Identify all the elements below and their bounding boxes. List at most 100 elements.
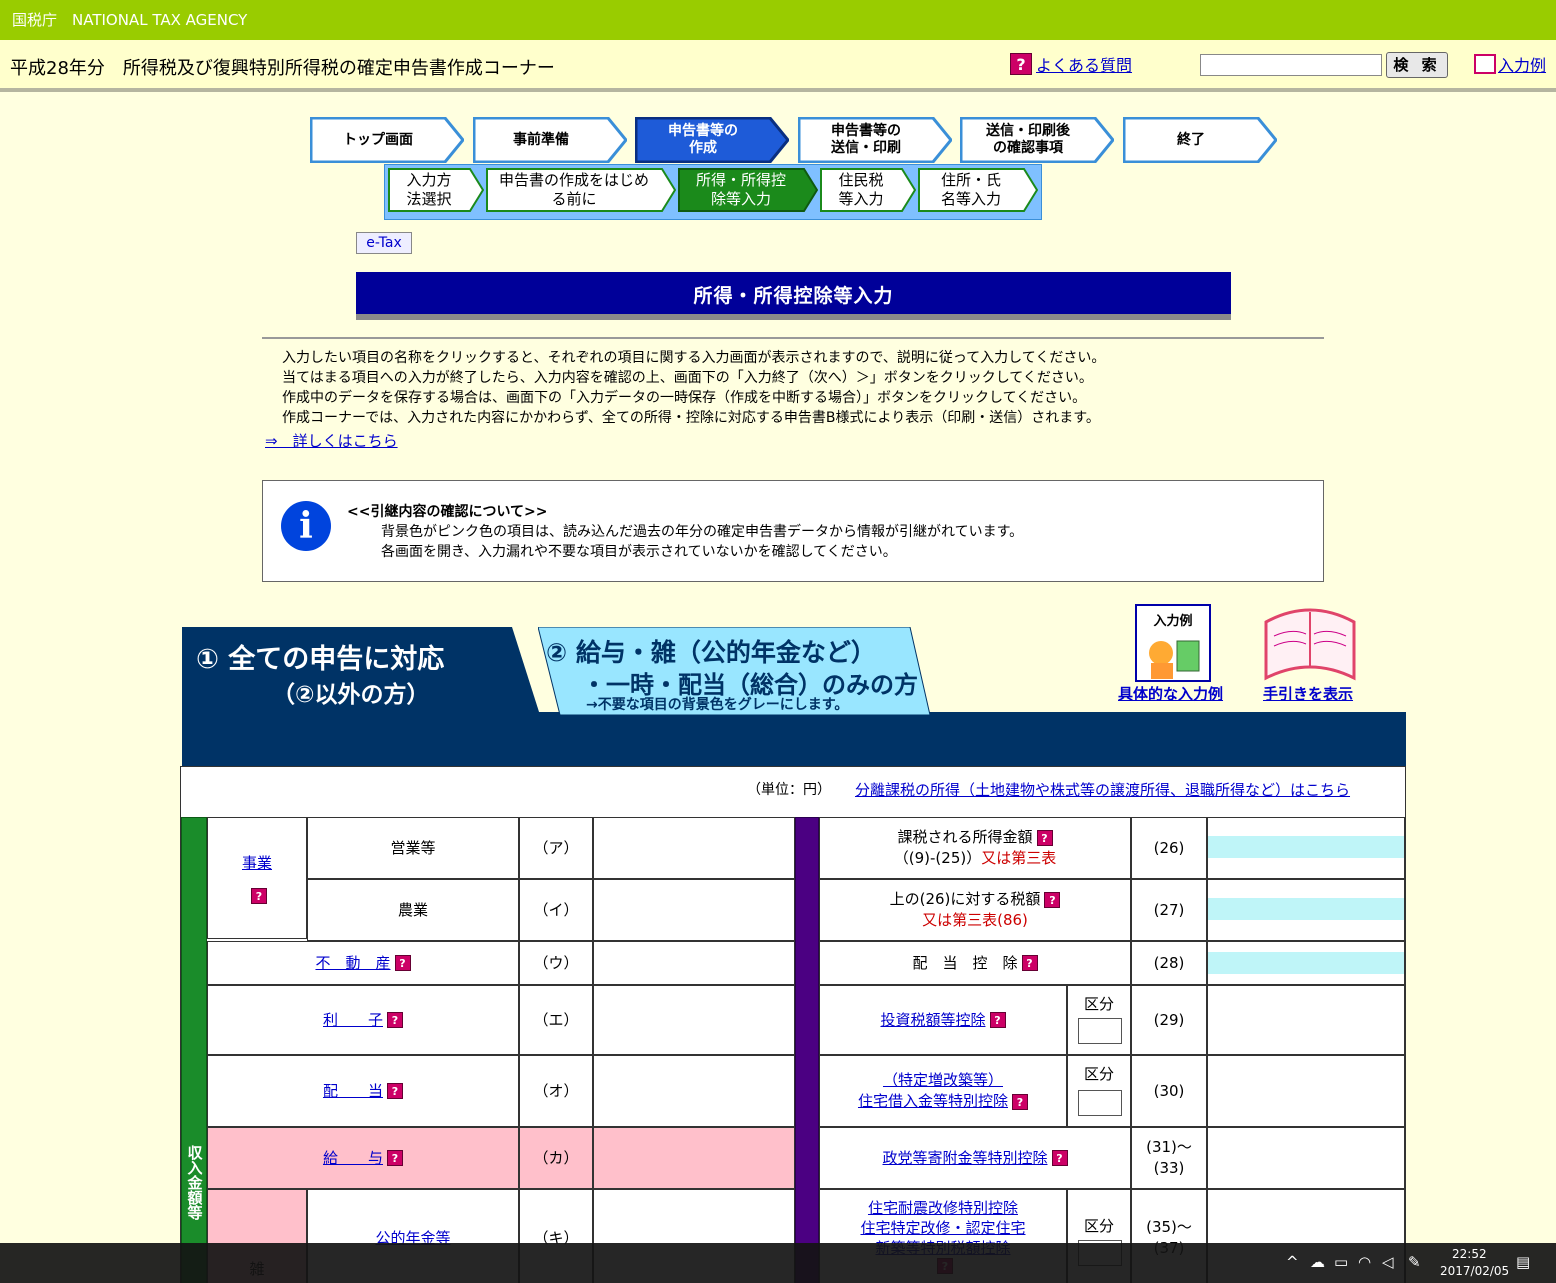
dividend-link[interactable]: 配 当 [323,1081,383,1102]
dividend-cell: 配 当? [207,1055,519,1127]
tab-all-returns-sub: （②以外の方） [272,682,430,708]
step-send-print[interactable]: 申告書等の送信・印刷 [798,117,952,163]
input-example-top-link[interactable]: 入力例 [1474,52,1546,76]
volume-icon[interactable]: ◁ [1382,1253,1394,1271]
row-code: （イ） [519,879,593,941]
help-icon[interactable]: ? [1012,1093,1028,1110]
business-link[interactable]: 事業 [242,853,272,874]
kubun-cell: 区分 [1067,985,1131,1055]
help-icon[interactable]: ? [394,955,411,971]
info-icon: i [281,501,331,551]
seismic-retrofit-link-2[interactable]: 住宅特定改修・認定住宅 [860,1218,1025,1238]
help-icon[interactable]: ? [1051,1150,1068,1166]
instruction-line: 当てはまる項目への入力が終了したら、入力内容を確認の上、画面下の「入力終了（次へ… [282,370,1093,386]
kubun-input[interactable] [1078,1090,1122,1116]
seismic-retrofit-link-1[interactable]: 住宅耐震改修特別控除 [868,1198,1018,1218]
step-after-check[interactable]: 送信・印刷後の確認事項 [960,117,1114,163]
help-icon[interactable]: ? [1036,829,1053,846]
interest-cell: 利 子? [207,985,519,1055]
amount-cell [593,1055,795,1127]
salary-cell: 給 与? [207,1127,519,1189]
help-icon[interactable]: ? [387,1150,403,1166]
help-icon[interactable]: ? [989,1012,1006,1028]
etax-badge: e-Tax [356,232,412,254]
interest-link[interactable]: 利 子 [323,1010,383,1031]
amount-cell [1207,941,1405,985]
salary-link[interactable]: 給 与 [323,1148,383,1169]
substep-address-name[interactable]: 住所・氏名等入力 [918,168,1038,212]
investment-credit-link[interactable]: 投資税額等控除 [880,1010,985,1031]
row-code: (27) [1131,879,1207,941]
onedrive-icon[interactable]: ☁ [1310,1253,1325,1271]
political-donation-cell: 政党等寄附金等特別控除? [819,1127,1131,1189]
chevron-up-icon[interactable]: ^ [1286,1253,1299,1271]
section-divider [795,817,819,1283]
tab-salary-only-note: →不要な項目の背景色をグレーにします。 [586,697,849,713]
search-input[interactable] [1200,54,1382,76]
housing-loan-cell: （特定増改築等） 住宅借入金等特別控除? [819,1055,1067,1127]
faq-link[interactable]: ? よくある質問 [1010,52,1132,76]
step-create-current[interactable]: 申告書等の作成 [635,117,789,163]
pen-icon[interactable]: ✎ [1408,1253,1421,1271]
amount-cell [1207,985,1405,1055]
clock-time[interactable]: 22:52 [1452,1247,1487,1261]
title-bar: 平成28年分 所得税及び復興特別所得税の確定申告書作成コーナー ? よくある質問… [0,40,1556,92]
row-code: （ア） [519,817,593,879]
amount-cell [593,879,795,941]
substep-resident-tax[interactable]: 住民税等入力 [820,168,916,212]
kubun-input[interactable] [1078,1018,1122,1044]
housing-loan-link-2[interactable]: 住宅借入金等特別控除 [858,1092,1008,1110]
substep-input-method[interactable]: 入力方法選択 [388,168,484,212]
tab-all-returns-title: ① 全ての申告に対応 [196,644,445,675]
help-icon[interactable]: ? [1044,891,1061,908]
guide-link[interactable]: 手引きを表示 [1263,683,1353,704]
row-code: （エ） [519,985,593,1055]
housing-loan-link-1[interactable]: （特定増改築等） [883,1070,1003,1091]
substep-income-current[interactable]: 所得・所得控除等入力 [678,168,818,212]
help-icon[interactable]: ? [251,887,267,904]
calculated-field [1208,898,1404,920]
question-icon: ? [1010,53,1032,75]
help-icon[interactable]: ? [387,1012,403,1028]
step-top[interactable]: トップ画面 [310,117,464,163]
business-cell: 事業 ? [207,817,307,939]
battery-icon[interactable]: ▭ [1334,1253,1348,1271]
taxable-income-cell: 課税される所得金額? （(9)-(25)）又は第三表 [819,817,1131,879]
taskbar: ^ ☁ ▭ ◠ ◁ ✎ 22:52 2017/02/05 ▤ [0,1243,1556,1283]
guide-book-icon[interactable] [1262,602,1358,682]
agency-name: 国税庁 NATIONAL TAX AGENCY [12,11,248,29]
real-estate-cell: 不 動 産? [207,941,519,985]
amount-cell [593,1127,795,1189]
details-link[interactable]: ⇒ 詳しくはこちら [265,430,398,451]
tab-salary-only-title: ② 給与・雑（公的年金など） [546,638,876,667]
row-label: 農業 [307,879,519,941]
clock-date[interactable]: 2017/02/05 [1440,1264,1509,1278]
help-icon[interactable]: ? [1021,955,1038,971]
tab-all-returns[interactable]: ① 全ての申告に対応 （②以外の方） [182,627,542,715]
input-example-icon[interactable]: 入力例 [1135,604,1211,682]
agency-bar: 国税庁 NATIONAL TAX AGENCY [0,0,1556,40]
tab-salary-only[interactable]: ② 給与・雑（公的年金など） ・一時・配当（総合）のみの方 →不要な項目の背景色… [538,627,932,715]
wifi-icon[interactable]: ◠ [1358,1253,1371,1271]
help-icon[interactable]: ? [387,1083,403,1099]
tab-band [182,712,1406,768]
real-estate-link[interactable]: 不 動 産 [315,953,390,974]
dividend-deduction-cell: 配 当 控 除? [819,941,1131,985]
political-donation-link[interactable]: 政党等寄附金等特別控除 [882,1148,1047,1169]
amount-cell [593,941,795,985]
amount-cell [593,817,795,879]
substep-before-start[interactable]: 申告書の作成をはじめる前に [486,168,676,212]
notification-icon[interactable]: ▤ [1516,1253,1530,1271]
row-code: (26) [1131,817,1207,879]
row-code: (28) [1131,941,1207,985]
search-button[interactable]: 検 索 [1386,52,1448,78]
step-end[interactable]: 終了 [1123,117,1277,163]
concrete-example-link[interactable]: 具体的な入力例 [1118,683,1223,704]
kubun-cell: 区分 [1067,1055,1131,1127]
separate-tax-link[interactable]: 分離課税の所得（土地建物や株式等の譲渡所得、退職所得など）はこちら [855,779,1350,800]
input-example-top-label[interactable]: 入力例 [1498,52,1546,76]
step-preparation[interactable]: 事前準備 [473,117,627,163]
income-group-label: 収入金額等 [185,1144,204,1220]
faq-label[interactable]: よくある質問 [1036,52,1132,76]
book-icon [1474,54,1496,74]
